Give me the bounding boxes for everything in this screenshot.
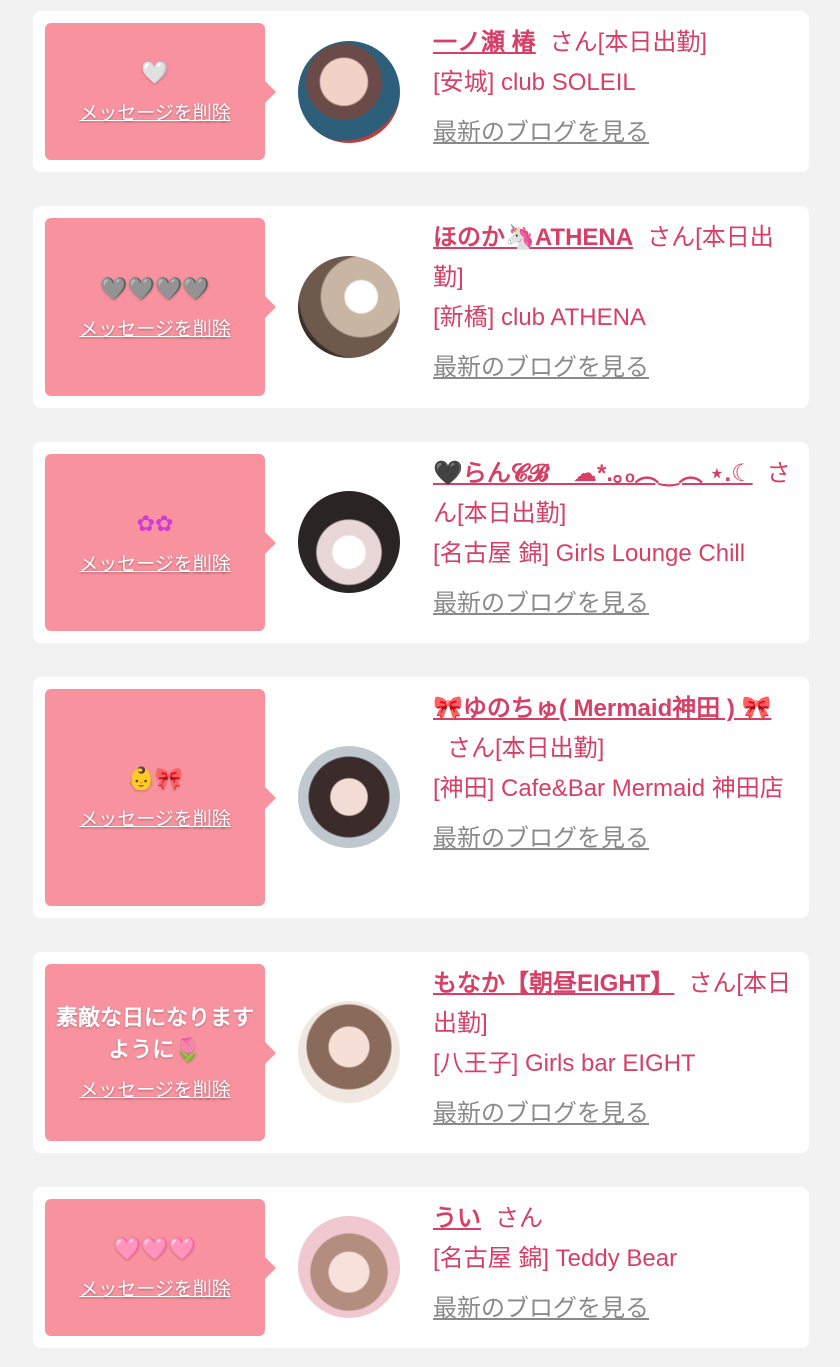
avatar[interactable]: [298, 256, 400, 358]
message-bubble: 🩶🩶🩶🩶 メッセージを削除: [45, 218, 276, 396]
message-list: 🤍 メッセージを削除 一ノ瀬 椿さん[本日出勤] [安城] club SOLEI…: [0, 0, 840, 1367]
delete-message-link[interactable]: メッセージを削除: [79, 804, 231, 831]
shop-name: [名古屋 錦] Girls Lounge Chill: [433, 540, 746, 567]
message-text: ✿✿: [136, 512, 174, 537]
message-card: 🩷🩷🩷 メッセージを削除 うい さん [名古屋 錦] Teddy Bear 最新の…: [33, 1187, 809, 1348]
latest-blog-link[interactable]: 最新のブログを見る: [433, 113, 649, 153]
message-text: 🩶🩶🩶🩶: [100, 276, 210, 302]
delete-message-link[interactable]: メッセージを削除: [79, 549, 231, 576]
message-bubble: 🩷🩷🩷 メッセージを削除: [45, 1199, 276, 1336]
latest-blog-link[interactable]: 最新のブログを見る: [433, 819, 649, 859]
message-bubble: ✿✿ メッセージを削除: [45, 454, 276, 631]
latest-blog-link[interactable]: 最新のブログを見る: [433, 584, 649, 624]
avatar[interactable]: [298, 41, 400, 143]
message-bubble: 👶🎀 メッセージを削除: [45, 689, 276, 906]
shop-name: [名古屋 錦] Teddy Bear: [433, 1245, 678, 1272]
latest-blog-link[interactable]: 最新のブログを見る: [433, 1094, 649, 1134]
cast-info: 一ノ瀬 椿さん[本日出勤] [安城] club SOLEIL 最新のブログを見る: [433, 23, 793, 153]
cast-info: うい さん [名古屋 錦] Teddy Bear 最新のブログを見る: [433, 1199, 793, 1329]
cast-info: ほのか🦄ATHENA さん[本日出勤] [新橋] club ATHENA 最新のブ…: [433, 218, 793, 388]
message-card: 👶🎀 メッセージを削除 🎀ゆのちゅ( Mermaid神田 ) 🎀 さん[本日出勤]…: [33, 677, 809, 918]
cast-name-link[interactable]: 🖤らん𝓒𝓑 ☁*.｡ₒ︵‿︵ ⋆.☾: [433, 460, 753, 487]
cast-status: さん[本日出勤]: [549, 29, 708, 56]
shop-name: [八王子] Girls bar EIGHT: [433, 1050, 696, 1077]
message-text: 🤍: [141, 61, 169, 86]
cast-info: もなか【朝昼EIGHT】 さん[本日出勤] [八王子] Girls bar EIG…: [433, 964, 793, 1134]
cast-info: 🖤らん𝓒𝓑 ☁*.｡ₒ︵‿︵ ⋆.☾ さん[本日出勤] [名古屋 錦] Girls…: [433, 454, 793, 624]
latest-blog-link[interactable]: 最新のブログを見る: [433, 348, 649, 388]
cast-name-link[interactable]: ほのか🦄ATHENA: [433, 224, 633, 251]
message-text: 🩷🩷🩷: [113, 1237, 197, 1262]
cast-name-link[interactable]: もなか【朝昼EIGHT】: [433, 970, 674, 997]
cast-info: 🎀ゆのちゅ( Mermaid神田 ) 🎀 さん[本日出勤] [神田] Cafe&B…: [433, 689, 793, 859]
delete-message-link[interactable]: メッセージを削除: [79, 1075, 231, 1102]
delete-message-link[interactable]: メッセージを削除: [79, 314, 231, 341]
message-bubble: 🤍 メッセージを削除: [45, 23, 276, 160]
message-card: 🩶🩶🩶🩶 メッセージを削除 ほのか🦄ATHENA さん[本日出勤] [新橋] cl…: [33, 206, 809, 408]
avatar[interactable]: [298, 491, 400, 593]
cast-status: さん[本日出勤]: [447, 735, 605, 762]
cast-status: さん: [495, 1205, 543, 1232]
cast-name-link[interactable]: 一ノ瀬 椿: [433, 29, 536, 56]
avatar[interactable]: [298, 1216, 400, 1318]
message-card: 素敵な日になりますように🌷 メッセージを削除 もなか【朝昼EIGHT】 さん[本日…: [33, 952, 809, 1153]
delete-message-link[interactable]: メッセージを削除: [79, 1274, 231, 1301]
latest-blog-link[interactable]: 最新のブログを見る: [433, 1289, 649, 1329]
message-text: 👶🎀: [127, 767, 183, 792]
message-text: 素敵な日になりますように🌷: [55, 1006, 254, 1063]
message-bubble: 素敵な日になりますように🌷 メッセージを削除: [45, 964, 276, 1141]
message-card: ✿✿ メッセージを削除 🖤らん𝓒𝓑 ☁*.｡ₒ︵‿︵ ⋆.☾ さん[本日出勤] […: [33, 442, 809, 643]
shop-name: [新橋] club ATHENA: [433, 304, 646, 331]
delete-message-link[interactable]: メッセージを削除: [79, 98, 231, 125]
shop-name: [神田] Cafe&Bar Mermaid 神田店: [433, 775, 784, 802]
avatar[interactable]: [298, 746, 400, 848]
cast-name-link[interactable]: うい: [433, 1205, 481, 1232]
avatar[interactable]: [298, 1001, 400, 1103]
cast-name-link[interactable]: 🎀ゆのちゅ( Mermaid神田 ) 🎀: [433, 695, 771, 722]
message-card: 🤍 メッセージを削除 一ノ瀬 椿さん[本日出勤] [安城] club SOLEI…: [33, 11, 809, 172]
shop-name: [安城] club SOLEIL: [433, 69, 636, 96]
